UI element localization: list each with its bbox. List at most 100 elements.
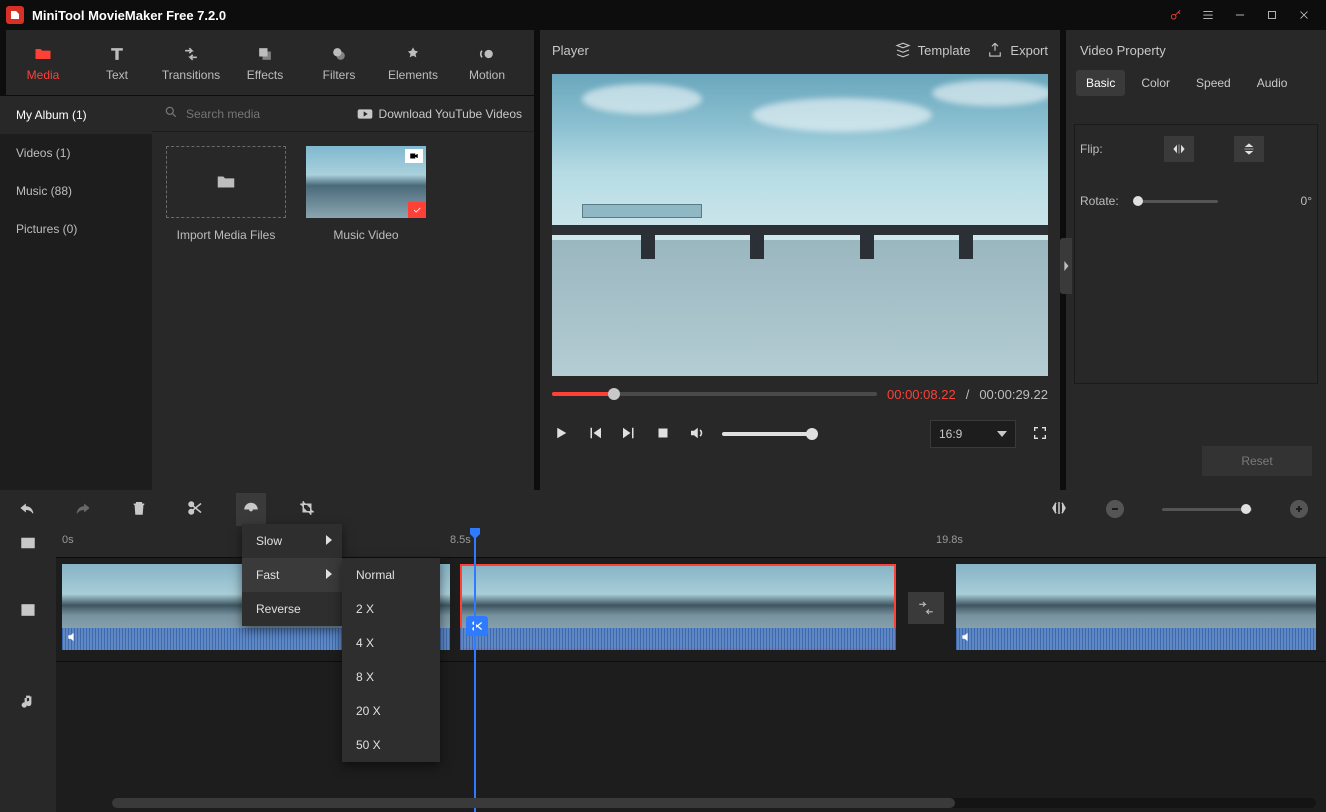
template-icon [894, 41, 912, 59]
speed-button[interactable] [236, 493, 266, 526]
undo-button[interactable] [18, 499, 36, 520]
sidebar-item-music[interactable]: Music (88) [0, 172, 152, 210]
tab-effects-label: Effects [247, 68, 283, 82]
activate-key-icon[interactable] [1160, 0, 1192, 30]
transition-placeholder[interactable] [908, 592, 944, 624]
app-title: MiniTool MovieMaker Free 7.2.0 [32, 8, 226, 23]
tab-elements[interactable]: Elements [376, 30, 450, 95]
video-badge-icon [405, 149, 423, 163]
next-frame-button[interactable] [620, 424, 638, 445]
rotate-value: 0° [1301, 194, 1312, 208]
add-track-button[interactable] [0, 528, 56, 558]
player-preview[interactable] [552, 74, 1048, 376]
prop-tab-basic[interactable]: Basic [1076, 70, 1125, 96]
speed-option-20x[interactable]: 20 X [342, 694, 440, 728]
playhead[interactable] [474, 528, 476, 812]
prop-tab-color[interactable]: Color [1131, 70, 1180, 96]
timeline-panel: 0s 8.5s 19.8s [0, 490, 1326, 812]
audio-track-head[interactable] [0, 662, 56, 742]
title-bar: MiniTool MovieMaker Free 7.2.0 [0, 0, 1326, 30]
preview-scene [552, 74, 1048, 376]
sidebar-item-myalbum[interactable]: My Album (1) [0, 96, 152, 134]
panel-collapse-button[interactable] [1060, 238, 1072, 294]
rotate-slider[interactable] [1138, 200, 1218, 203]
reset-button[interactable]: Reset [1202, 446, 1312, 476]
speed-menu-slow[interactable]: Slow [242, 524, 342, 558]
chevron-right-icon [326, 534, 332, 548]
tab-transitions-label: Transitions [162, 68, 220, 82]
close-button[interactable] [1288, 0, 1320, 30]
tab-effects[interactable]: Effects [228, 30, 302, 95]
search-icon [164, 105, 178, 122]
tab-text[interactable]: Text [80, 30, 154, 95]
media-panel: Media Text Transitions Effects Filters [0, 30, 534, 490]
tab-elements-label: Elements [388, 68, 438, 82]
import-media-button[interactable]: Import Media Files [166, 146, 286, 242]
volume-slider[interactable] [722, 432, 812, 436]
timeline-clip[interactable] [956, 564, 1316, 650]
zoom-in-button[interactable] [1290, 500, 1308, 518]
split-button[interactable] [186, 499, 204, 520]
tab-media[interactable]: Media [6, 30, 80, 95]
tab-transitions[interactable]: Transitions [154, 30, 228, 95]
template-button[interactable]: Template [894, 41, 971, 59]
speed-menu-fast[interactable]: Fast [242, 558, 342, 592]
media-category-list: My Album (1) Videos (1) Music (88) Pictu… [0, 96, 152, 490]
current-time: 00:00:08.22 [887, 387, 956, 402]
delete-button[interactable] [130, 499, 148, 520]
rotate-label: Rotate: [1080, 194, 1128, 208]
seek-bar[interactable] [552, 392, 877, 396]
prev-frame-button[interactable] [586, 424, 604, 445]
ruler-tick: 8.5s [450, 534, 471, 546]
ruler-tick: 19.8s [936, 534, 963, 546]
hamburger-menu-icon[interactable] [1192, 0, 1224, 30]
export-button[interactable]: Export [986, 41, 1048, 59]
play-button[interactable] [552, 424, 570, 445]
flip-label: Flip: [1080, 142, 1128, 156]
tab-motion[interactable]: Motion [450, 30, 524, 95]
prop-tab-speed[interactable]: Speed [1186, 70, 1241, 96]
media-clip-label: Music Video [333, 228, 398, 242]
speed-option-8x[interactable]: 8 X [342, 660, 440, 694]
clip-audio-icon [66, 630, 80, 647]
speed-option-2x[interactable]: 2 X [342, 592, 440, 626]
tab-filters[interactable]: Filters [302, 30, 376, 95]
download-youtube-button[interactable]: Download YouTube Videos [357, 107, 522, 121]
aspect-ratio-select[interactable]: 16:9 [930, 420, 1016, 448]
media-clip-item[interactable]: Music Video [306, 146, 426, 242]
video-track-head[interactable] [0, 558, 56, 662]
stop-button[interactable] [654, 424, 672, 445]
tab-text-label: Text [106, 68, 128, 82]
maximize-button[interactable] [1256, 0, 1288, 30]
redo-button[interactable] [74, 499, 92, 520]
clip-audio-icon [960, 630, 974, 647]
zoom-out-button[interactable] [1106, 500, 1124, 518]
tab-filters-label: Filters [323, 68, 356, 82]
volume-icon[interactable] [688, 424, 706, 445]
speed-option-normal[interactable]: Normal [342, 558, 440, 592]
crop-button[interactable] [298, 499, 316, 520]
minimize-button[interactable] [1224, 0, 1256, 30]
split-marker-icon[interactable] [466, 616, 488, 636]
audio-track[interactable] [56, 662, 1326, 742]
search-input[interactable] [186, 107, 349, 121]
sidebar-item-videos[interactable]: Videos (1) [0, 134, 152, 172]
zoom-slider[interactable] [1162, 508, 1252, 511]
effects-icon [255, 44, 275, 64]
speed-menu-reverse[interactable]: Reverse [242, 592, 342, 626]
youtube-icon [357, 108, 373, 120]
prop-tab-audio[interactable]: Audio [1247, 70, 1298, 96]
sidebar-item-pictures[interactable]: Pictures (0) [0, 210, 152, 248]
timeline-scrollbar[interactable] [112, 798, 1316, 808]
speed-option-4x[interactable]: 4 X [342, 626, 440, 660]
transitions-icon [181, 44, 201, 64]
timeline-clip-selected[interactable] [460, 564, 896, 650]
speed-submenu-fast: Normal 2 X 4 X 8 X 20 X 50 X [342, 558, 440, 762]
flip-vertical-button[interactable] [1234, 136, 1264, 162]
tab-media-label: Media [27, 68, 60, 82]
speed-option-50x[interactable]: 50 X [342, 728, 440, 762]
flip-horizontal-button[interactable] [1164, 136, 1194, 162]
fit-button[interactable] [1050, 499, 1068, 520]
speed-menu: Slow Fast Reverse [242, 524, 342, 626]
fullscreen-button[interactable] [1032, 425, 1048, 444]
